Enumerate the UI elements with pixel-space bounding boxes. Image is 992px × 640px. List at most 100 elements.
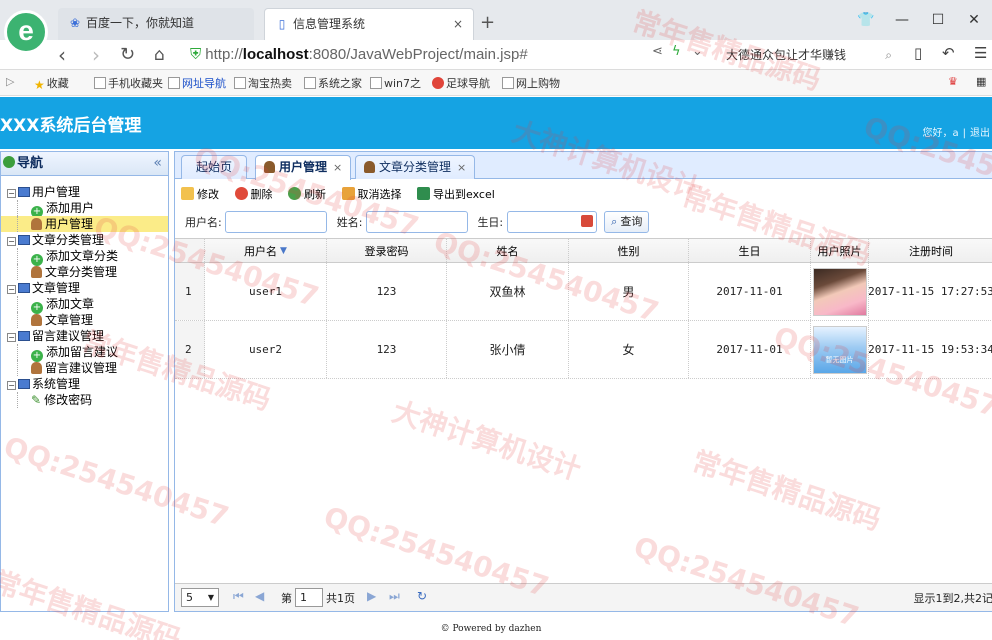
tree-item[interactable]: 用户管理 <box>1 216 168 232</box>
sidebar: 导航 « − 用户管理 + 添加用户 用户管理 − 文章分类管理 + 添加文章分类 文章分类管理 −… <box>0 151 169 612</box>
lightning-icon[interactable]: ϟ <box>672 44 681 59</box>
menu-icon[interactable]: ☰ <box>974 44 987 62</box>
collapse-toggle-icon[interactable]: − <box>7 237 16 246</box>
home-icon[interactable]: ⌂ <box>154 42 165 68</box>
logout-link[interactable]: 退出 <box>970 128 990 139</box>
computer-icon <box>18 235 30 245</box>
tree-item[interactable]: + 添加文章 <box>1 296 168 314</box>
tree-item[interactable]: + 添加用户 <box>1 200 168 218</box>
column-header-name[interactable]: 姓名 <box>447 239 569 262</box>
table-row[interactable]: 2 user2 123 张小倩 女 2017-11-01 暂无图片 2017-1… <box>175 321 992 379</box>
tree-item[interactable]: 文章管理 <box>1 312 168 328</box>
tab-article-class[interactable]: 文章分类管理 × <box>355 155 476 179</box>
browser-tab-baidu[interactable]: ❀ 百度一下，你就知道 <box>58 8 254 40</box>
page-size-select[interactable]: 5 ▼ <box>181 588 219 607</box>
next-page-icon[interactable]: ▶ <box>367 589 376 603</box>
delete-label: 删除 <box>250 188 273 201</box>
tab-close-icon[interactable]: × <box>453 9 463 39</box>
tab-close-icon[interactable]: × <box>333 161 342 174</box>
tree-folder[interactable]: − 用户管理 <box>1 184 168 200</box>
prev-page-icon[interactable]: ◀ <box>255 589 264 603</box>
tree-label: 添加留言建议 <box>46 345 119 359</box>
column-label: 用户名 <box>244 244 278 258</box>
tab-close-icon[interactable]: × <box>457 161 466 174</box>
maximize-button[interactable]: ☐ <box>920 6 956 34</box>
undo-icon[interactable]: ↶ <box>942 44 955 62</box>
column-header-gender[interactable]: 性别 <box>569 239 689 262</box>
collapse-toggle-icon[interactable]: − <box>7 333 16 342</box>
bookmark-football[interactable]: 足球导航 <box>432 75 490 91</box>
tab-user-manage[interactable]: 用户管理 × <box>255 155 352 180</box>
column-header-username[interactable]: 用户名 ▼ <box>205 239 327 262</box>
forward-icon[interactable]: › <box>92 42 100 68</box>
collapse-toggle-icon[interactable]: − <box>7 189 16 198</box>
bookmark-nav[interactable]: 网址导航 <box>168 75 226 91</box>
name-field[interactable] <box>365 211 468 233</box>
bookmark-xitong[interactable]: 系统之家 <box>304 75 362 91</box>
sidebar-toggle-icon[interactable]: ▷ <box>6 75 14 88</box>
delete-button[interactable]: 删除 <box>234 186 273 202</box>
app-header: XXX系统后台管理 您好，a | 退出 <box>0 97 992 149</box>
back-icon[interactable]: ‹ <box>58 42 66 68</box>
tree-folder[interactable]: − 留言建议管理 <box>1 328 168 344</box>
column-header-birthday[interactable]: 生日 <box>689 239 811 262</box>
trophy-icon[interactable]: ♛ <box>948 75 958 88</box>
username-field[interactable] <box>225 211 328 233</box>
tree-item[interactable]: ✎ 修改密码 <box>1 392 168 408</box>
first-page-icon[interactable]: ⏮ <box>233 589 244 604</box>
tree-item[interactable]: + 添加留言建议 <box>1 344 168 362</box>
new-tab-button[interactable]: + <box>480 12 495 33</box>
column-header-regtime[interactable]: 注册时间 <box>869 239 992 262</box>
edit-label: 修改 <box>197 188 219 201</box>
computer-icon <box>18 283 30 293</box>
tree-label: 用户管理 <box>32 185 81 199</box>
grid-icon[interactable]: ▦ <box>976 75 986 88</box>
tree-label: 文章管理 <box>32 281 81 295</box>
tree-folder[interactable]: − 文章分类管理 <box>1 232 168 248</box>
share-icon[interactable]: ⋖ <box>652 44 663 59</box>
collapse-toggle-icon[interactable]: − <box>7 381 16 390</box>
refresh-button[interactable]: 刷新 <box>288 186 326 202</box>
column-header-photo[interactable]: 用户照片 <box>811 239 869 262</box>
row-number-header <box>175 239 205 262</box>
collapse-toggle-icon[interactable]: − <box>7 285 16 294</box>
last-page-icon[interactable]: ⏭ <box>389 589 400 604</box>
bookmark-win7[interactable]: win7之 <box>370 75 421 91</box>
search-icon[interactable]: ⌕ <box>885 44 892 66</box>
user-info: 您好，a | 退出 <box>922 124 990 139</box>
footer-text: © Powered by dazhen <box>440 624 542 634</box>
reload-icon[interactable]: ↻ <box>120 42 135 68</box>
bookmark-mobile[interactable]: 手机收藏夹 <box>94 75 163 91</box>
bookmark-label: 淘宝热卖 <box>248 77 292 90</box>
tab-home[interactable]: 起始页 <box>181 155 248 179</box>
minimize-button[interactable]: — <box>884 6 920 34</box>
browser-tab-active[interactable]: ▯ 信息管理系统 × <box>264 8 474 40</box>
table-row[interactable]: 1 user1 123 双鱼林 男 2017-11-01 2017-11-15 … <box>175 263 992 321</box>
tree-item[interactable]: + 添加文章分类 <box>1 248 168 266</box>
calendar-icon[interactable] <box>580 215 593 227</box>
tree-item[interactable]: 文章分类管理 <box>1 264 168 280</box>
refresh-icon[interactable]: ↻ <box>417 589 427 603</box>
page-number-input[interactable]: 1 <box>295 588 323 607</box>
bookmark-shopping[interactable]: 网上购物 <box>502 75 560 91</box>
column-header-password[interactable]: 登录密码 <box>327 239 447 262</box>
url-input[interactable]: ⛨ http://localhost:8080/JavaWebProject/ma… <box>190 43 710 67</box>
search-input[interactable]: 大德通众包让才华赚钱 ⌕ <box>718 44 896 66</box>
close-window-button[interactable]: ✕ <box>956 6 992 34</box>
collapse-icon[interactable]: « <box>153 152 162 175</box>
tree-item[interactable]: 留言建议管理 <box>1 360 168 376</box>
edit-button[interactable]: 修改 <box>181 186 219 202</box>
export-excel-button[interactable]: 导出到excel <box>417 186 495 202</box>
skin-icon[interactable]: 👕 <box>848 6 884 34</box>
tree-folder[interactable]: − 系统管理 <box>1 376 168 392</box>
phone-icon[interactable]: ▯ <box>914 44 922 62</box>
chevron-down-icon[interactable]: ⌄ <box>692 44 703 59</box>
tree-folder[interactable]: − 文章管理 <box>1 280 168 296</box>
query-button[interactable]: ⌕ 查询 <box>604 211 650 233</box>
computer-icon <box>18 187 30 197</box>
page-icon <box>168 77 180 89</box>
cell-username: user2 <box>205 321 327 378</box>
cancel-select-button[interactable]: 取消选择 <box>341 186 402 202</box>
bookmark-favorites[interactable]: ★ 收藏 <box>34 75 69 92</box>
bookmark-taobao[interactable]: 淘宝热卖 <box>234 75 292 91</box>
